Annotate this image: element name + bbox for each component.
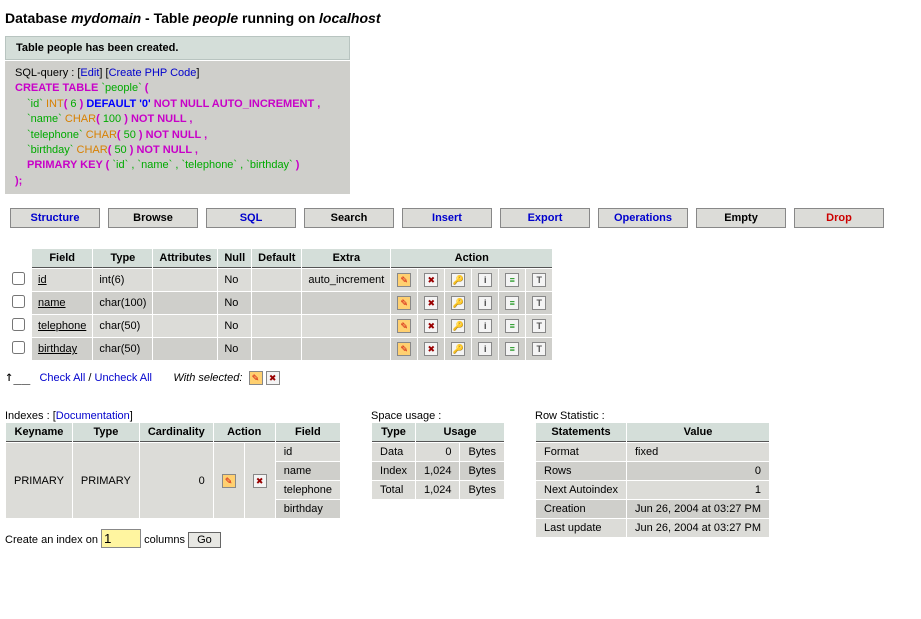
table-row: namechar(100)No✎✖🔑i≡T xyxy=(6,292,552,314)
table-row: Next Autoindex1 xyxy=(536,481,769,499)
field-link[interactable]: birthday xyxy=(38,343,77,355)
table-row: telephonechar(50)No✎✖🔑i≡T xyxy=(6,315,552,337)
tab-sql[interactable]: SQL xyxy=(206,208,296,228)
edit-icon[interactable]: ✎ xyxy=(397,319,411,333)
tab-export[interactable]: Export xyxy=(500,208,590,228)
fulltext-icon[interactable]: T xyxy=(532,273,546,287)
th-extra: Extra xyxy=(302,249,390,268)
field-link[interactable]: name xyxy=(38,297,66,309)
indexes-section: Indexes : [Documentation] Keyname Type C… xyxy=(5,410,341,548)
edit-icon[interactable]: ✎ xyxy=(249,371,263,385)
unique-icon[interactable]: ≡ xyxy=(505,342,519,356)
page-title: Database mydomain - Table people running… xyxy=(5,10,916,26)
fulltext-icon[interactable]: T xyxy=(532,319,546,333)
fulltext-icon[interactable]: T xyxy=(532,342,546,356)
delete-icon[interactable]: ✖ xyxy=(424,273,438,287)
tab-empty[interactable]: Empty xyxy=(696,208,786,228)
row-checkbox[interactable] xyxy=(12,318,25,331)
index-icon[interactable]: i xyxy=(478,296,492,310)
index-icon[interactable]: i xyxy=(478,273,492,287)
table-row: Data0Bytes xyxy=(372,443,504,461)
edit-icon[interactable]: ✎ xyxy=(397,342,411,356)
indexes-doc-link[interactable]: Documentation xyxy=(56,410,130,422)
table-row: birthdaychar(50)No✎✖🔑i≡T xyxy=(6,338,552,360)
delete-icon[interactable]: ✖ xyxy=(424,319,438,333)
fields-table: Field Type Attributes Null Default Extra… xyxy=(5,248,553,361)
table-row: idint(6)Noauto_increment✎✖🔑i≡T xyxy=(6,269,552,291)
th-action: Action xyxy=(391,249,552,268)
table-row: Rows0 xyxy=(536,462,769,480)
check-all-link[interactable]: Check All xyxy=(39,372,85,384)
table-row: Formatfixed xyxy=(536,443,769,461)
field-link[interactable]: id xyxy=(38,274,47,286)
tab-drop[interactable]: Drop xyxy=(794,208,884,228)
edit-icon[interactable]: ✎ xyxy=(222,474,236,488)
fulltext-icon[interactable]: T xyxy=(532,296,546,310)
notice-created: Table people has been created. xyxy=(5,36,350,60)
go-button[interactable]: Go xyxy=(188,532,221,548)
space-usage-table: Type Usage Data0BytesIndex1,024BytesTota… xyxy=(371,422,505,500)
th-field: Field xyxy=(32,249,92,268)
tab-insert[interactable]: Insert xyxy=(402,208,492,228)
field-link[interactable]: telephone xyxy=(38,320,86,332)
tab-browse[interactable]: Browse xyxy=(108,208,198,228)
arrow-icon: ↑__ xyxy=(5,369,30,385)
table-row: Total1,024Bytes xyxy=(372,481,504,499)
primary-key-icon[interactable]: 🔑 xyxy=(451,342,465,356)
edit-icon[interactable]: ✎ xyxy=(397,296,411,310)
with-selected-label: With selected: xyxy=(173,372,242,384)
table-row: CreationJun 26, 2004 at 03:27 PM xyxy=(536,500,769,518)
delete-icon[interactable]: ✖ xyxy=(424,296,438,310)
th-null: Null xyxy=(218,249,251,268)
sql-query-box: SQL-query : [Edit] [Create PHP Code] CRE… xyxy=(5,61,350,194)
index-columns-input[interactable] xyxy=(101,529,141,548)
th-type: Type xyxy=(93,249,152,268)
delete-icon[interactable]: ✖ xyxy=(266,371,280,385)
unique-icon[interactable]: ≡ xyxy=(505,296,519,310)
sql-create-php-link[interactable]: Create PHP Code xyxy=(109,67,197,79)
delete-icon[interactable]: ✖ xyxy=(253,474,267,488)
tab-structure[interactable]: Structure xyxy=(10,208,100,228)
index-icon[interactable]: i xyxy=(478,342,492,356)
table-row: Index1,024Bytes xyxy=(372,462,504,480)
sql-edit-link[interactable]: Edit xyxy=(80,67,99,79)
tab-bar: Structure Browse SQL Search Insert Expor… xyxy=(5,206,889,230)
th-default: Default xyxy=(252,249,301,268)
th-attributes: Attributes xyxy=(153,249,217,268)
primary-key-icon[interactable]: 🔑 xyxy=(451,273,465,287)
row-checkbox[interactable] xyxy=(12,272,25,285)
primary-key-icon[interactable]: 🔑 xyxy=(451,319,465,333)
row-statistics-table: Statements Value FormatfixedRows0Next Au… xyxy=(535,422,770,538)
uncheck-all-link[interactable]: Uncheck All xyxy=(95,372,152,384)
unique-icon[interactable]: ≡ xyxy=(505,319,519,333)
tab-operations[interactable]: Operations xyxy=(598,208,688,228)
indexes-table: Keyname Type Cardinality Action Field PR… xyxy=(5,422,341,519)
table-row: PRIMARYPRIMARY0✎✖id xyxy=(6,443,340,461)
edit-icon[interactable]: ✎ xyxy=(397,273,411,287)
unique-icon[interactable]: ≡ xyxy=(505,273,519,287)
row-checkbox[interactable] xyxy=(12,295,25,308)
create-index-form: Create an index on columns Go xyxy=(5,529,341,548)
primary-key-icon[interactable]: 🔑 xyxy=(451,296,465,310)
delete-icon[interactable]: ✖ xyxy=(424,342,438,356)
index-icon[interactable]: i xyxy=(478,319,492,333)
row-statistics-section: Row Statistic : Statements Value Formatf… xyxy=(535,410,770,538)
row-checkbox[interactable] xyxy=(12,341,25,354)
table-row: Last updateJun 26, 2004 at 03:27 PM xyxy=(536,519,769,537)
multi-actions: ↑__ Check All / Uncheck All With selecte… xyxy=(5,369,916,385)
tab-search[interactable]: Search xyxy=(304,208,394,228)
space-usage-section: Space usage : Type Usage Data0BytesIndex… xyxy=(371,410,505,500)
